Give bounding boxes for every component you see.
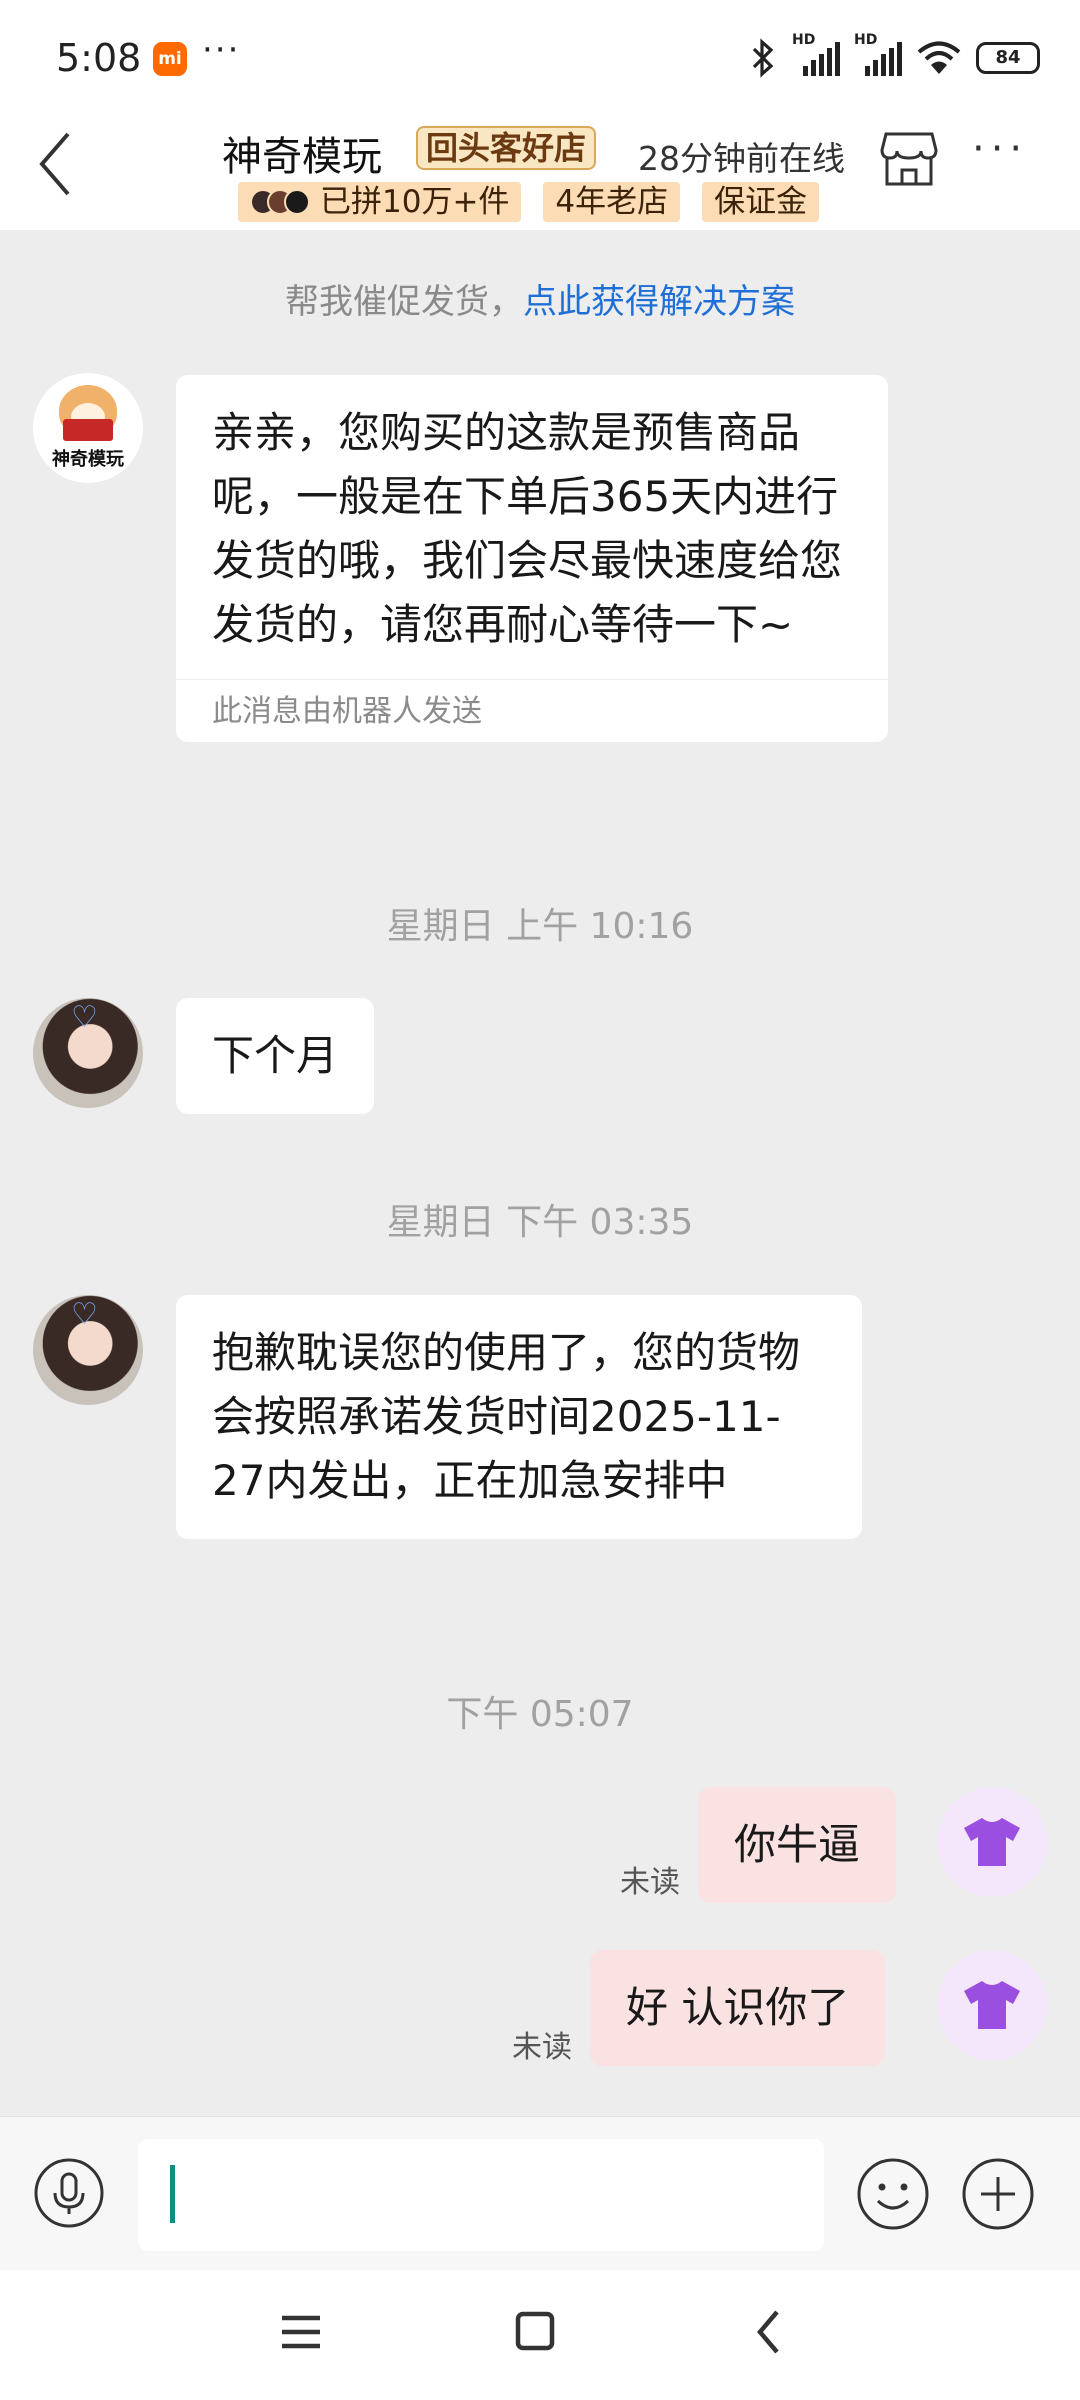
wifi-icon <box>917 41 961 74</box>
notice-text: 帮我催促发货， <box>285 282 523 322</box>
timestamp: 星期日 下午 03:35 <box>386 1202 694 1243</box>
message-text: 你牛逼 <box>734 1820 861 1869</box>
shop-avatar-label: 神奇模玩 <box>52 449 124 470</box>
my-message-bubble[interactable]: 好 认识你了 <box>590 1950 886 2066</box>
smile-icon[interactable] <box>856 2157 930 2231</box>
chat-area[interactable]: 帮我催促发货，点此获得解决方案 神奇模玩 亲亲，您购买的这款是预售商品呢，一般是… <box>0 230 1080 2116</box>
input-bar <box>0 2116 1080 2270</box>
chat-header: 神奇模玩 回头客好店 28分钟前在线 ··· 已拼10万+件 4年老店 保证金 <box>0 118 1080 230</box>
message-text: 下个月 <box>212 1031 339 1080</box>
more-notifications-icon: ··· <box>202 30 241 70</box>
unread-status: 未读 <box>620 1865 680 1900</box>
my-message-bubble[interactable]: 你牛逼 <box>698 1787 897 1903</box>
repeat-customer-badge: 回头客好店 <box>416 126 597 170</box>
shop-avatar[interactable]: 神奇模玩 <box>33 373 143 483</box>
my-avatar[interactable] <box>937 1787 1047 1897</box>
sold-count-label: 已拼10万+件 <box>320 184 510 220</box>
robot-sent-note: 此消息由机器人发送 <box>176 679 888 742</box>
message-text: 抱歉耽误您的使用了，您的货物会按照承诺发货时间2025-11-27内发出，正在加… <box>212 1328 801 1505</box>
signal-icon: HD <box>854 32 902 78</box>
text-caret <box>170 2165 175 2223</box>
message-bubble[interactable]: 亲亲，您购买的这款是预售商品呢，一般是在下单后365天内进行发货的哦，我们会尽最… <box>176 375 888 742</box>
signal-icon: HD <box>792 32 840 78</box>
message-input[interactable] <box>138 2139 824 2251</box>
mi-notification-icon: mi <box>153 42 187 76</box>
heart-icon: ♡ <box>71 1000 98 1035</box>
bluetooth-icon <box>752 38 774 78</box>
sold-count-tag: 已拼10万+件 <box>238 182 522 222</box>
urge-shipping-notice: 帮我催促发货，点此获得解决方案 <box>0 274 1080 323</box>
message-bubble[interactable]: 下个月 <box>176 998 375 1114</box>
shop-name[interactable]: 神奇模玩 <box>222 124 382 182</box>
unread-status: 未读 <box>512 2030 572 2065</box>
shop-age-tag: 4年老店 <box>543 182 681 222</box>
heart-icon: ♡ <box>71 1297 98 1332</box>
solution-link[interactable]: 点此获得解决方案 <box>523 282 795 322</box>
chevron-left-icon[interactable] <box>724 2292 814 2372</box>
system-nav-bar <box>0 2270 1080 2400</box>
book-icon <box>63 419 113 441</box>
status-icons: HD HD 84 <box>748 32 1040 80</box>
agent-avatar[interactable]: ♡ <box>33 998 143 1108</box>
timestamp: 下午 05:07 <box>446 1694 634 1735</box>
shop-tags: 已拼10万+件 4年老店 保证金 <box>238 182 820 222</box>
more-icon[interactable]: ··· <box>972 129 1042 174</box>
square-icon[interactable] <box>490 2292 580 2372</box>
deposit-tag: 保证金 <box>702 182 820 222</box>
menu-icon[interactable] <box>256 2292 346 2372</box>
chevron-left-icon[interactable] <box>28 124 84 204</box>
battery-indicator: 84 <box>976 42 1040 74</box>
tshirt-icon <box>964 1818 1020 1866</box>
store-icon[interactable] <box>878 128 940 190</box>
online-status: 28分钟前在线 <box>638 139 845 178</box>
microphone-icon[interactable] <box>33 2157 105 2229</box>
plus-icon[interactable] <box>961 2157 1035 2231</box>
my-avatar[interactable] <box>937 1950 1047 2060</box>
message-bubble[interactable]: 抱歉耽误您的使用了，您的货物会按照承诺发货时间2025-11-27内发出，正在加… <box>176 1295 862 1539</box>
message-text: 亲亲，您购买的这款是预售商品呢，一般是在下单后365天内进行发货的哦，我们会尽最… <box>212 408 843 649</box>
agent-avatar[interactable]: ♡ <box>33 1295 143 1405</box>
status-bar: 5:08 mi ··· HD HD 84 <box>0 0 1080 118</box>
status-time: 5:08 <box>56 36 142 80</box>
buyer-avatars <box>250 189 314 215</box>
message-text: 好 认识你了 <box>626 1983 850 2032</box>
timestamp: 星期日 上午 10:16 <box>386 906 694 947</box>
tshirt-icon <box>964 1981 1020 2029</box>
